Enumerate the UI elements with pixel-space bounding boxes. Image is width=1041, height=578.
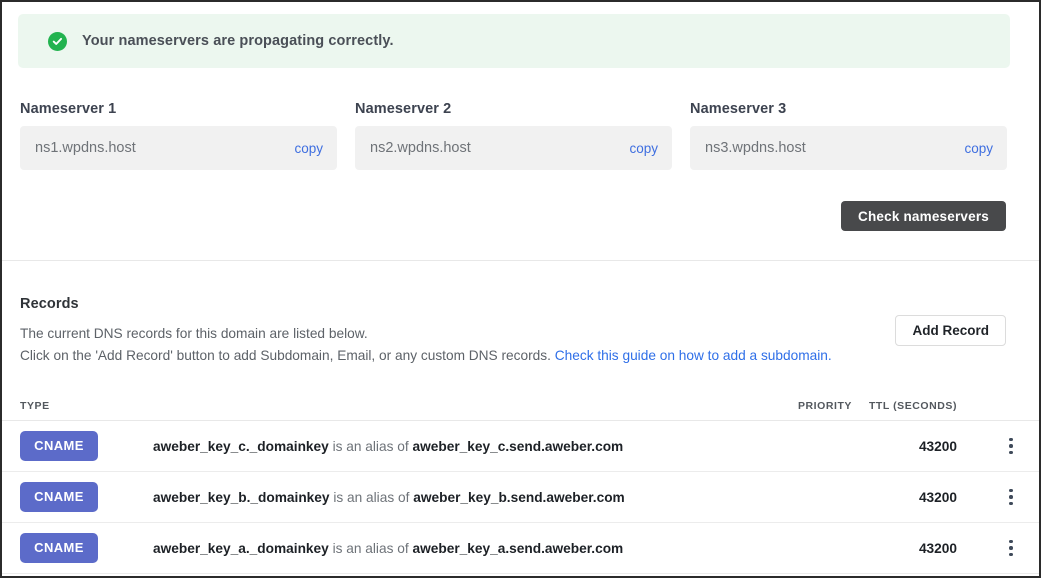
record-actions-cell <box>957 537 1021 559</box>
nameserver-1-column: Nameserver 1 ns1.wpdns.host copy <box>20 101 337 170</box>
table-row[interactable]: CNAME aweber_key_a._domainkey is an alia… <box>2 523 1039 574</box>
check-nameservers-button[interactable]: Check nameservers <box>841 201 1006 231</box>
dns-records-table: TYPE PRIORITY TTL (SECONDS) CNAME aweber… <box>2 391 1039 574</box>
records-title: Records <box>20 296 79 312</box>
records-description-prefix: Click on the 'Add Record' button to add … <box>20 348 555 363</box>
column-header-priority: PRIORITY <box>798 399 852 412</box>
record-ttl-cell: 43200 <box>918 540 957 556</box>
records-header: Records The current DNS records for this… <box>20 296 890 367</box>
record-target: aweber_key_c.send.aweber.com <box>412 438 624 454</box>
record-ttl-cell: 43200 <box>918 489 957 505</box>
dns-settings-page: Your nameservers are propagating correct… <box>0 0 1041 578</box>
record-type-cell: CNAME <box>20 431 136 461</box>
records-description-line-1: The current DNS records for this domain … <box>20 326 368 341</box>
record-type-badge: CNAME <box>20 482 98 512</box>
record-relation: is an alias of <box>328 540 413 556</box>
records-description-line-2: Click on the 'Add Record' button to add … <box>20 345 890 367</box>
nameserver-3-column: Nameserver 3 ns3.wpdns.host copy <box>690 101 1007 170</box>
record-actions-cell <box>957 486 1021 508</box>
record-ttl-cell: 43200 <box>918 438 957 454</box>
nameserver-1-label: Nameserver 1 <box>20 101 117 117</box>
record-type-badge: CNAME <box>20 431 98 461</box>
column-header-ttl: TTL (SECONDS) <box>868 399 957 412</box>
record-description-cell: aweber_key_a._domainkey is an alias of a… <box>136 541 756 556</box>
nameserver-1-value: ns1.wpdns.host <box>35 140 136 156</box>
record-type-badge: CNAME <box>20 533 98 563</box>
nameserver-1-field[interactable]: ns1.wpdns.host copy <box>20 126 337 170</box>
nameserver-status-banner: Your nameservers are propagating correct… <box>18 14 1010 68</box>
nameserver-2-field[interactable]: ns2.wpdns.host copy <box>355 126 672 170</box>
table-row[interactable]: CNAME aweber_key_c._domainkey is an alia… <box>2 421 1039 472</box>
nameserver-2-column: Nameserver 2 ns2.wpdns.host copy <box>355 101 672 170</box>
add-subdomain-guide-link[interactable]: Check this guide on how to add a subdoma… <box>555 348 832 363</box>
add-record-button[interactable]: Add Record <box>895 315 1006 346</box>
column-header-type: TYPE <box>20 399 50 412</box>
check-circle-icon <box>48 31 67 51</box>
nameserver-3-field[interactable]: ns3.wpdns.host copy <box>690 126 1007 170</box>
kebab-menu-icon[interactable] <box>1001 486 1021 508</box>
record-description-cell: aweber_key_b._domainkey is an alias of a… <box>136 490 756 505</box>
kebab-menu-icon[interactable] <box>1001 537 1021 559</box>
record-actions-cell <box>957 435 1021 457</box>
record-target: aweber_key_a.send.aweber.com <box>412 540 624 556</box>
nameservers-group: Nameserver 1 ns1.wpdns.host copy Nameser… <box>20 101 1010 170</box>
record-relation: is an alias of <box>329 489 414 505</box>
record-host: aweber_key_b._domainkey <box>153 489 330 505</box>
banner-message: Your nameservers are propagating correct… <box>82 33 394 49</box>
page-content: Your nameservers are propagating correct… <box>2 2 1039 576</box>
nameserver-3-label: Nameserver 3 <box>690 101 787 117</box>
table-header-row: TYPE PRIORITY TTL (SECONDS) <box>2 391 1039 421</box>
record-host: aweber_key_c._domainkey <box>153 438 329 454</box>
record-target: aweber_key_b.send.aweber.com <box>413 489 625 505</box>
nameserver-3-copy-link[interactable]: copy <box>964 141 993 156</box>
section-divider <box>2 260 1039 261</box>
record-type-cell: CNAME <box>20 533 136 563</box>
record-relation: is an alias of <box>328 438 413 454</box>
nameserver-3-value: ns3.wpdns.host <box>705 140 806 156</box>
record-host: aweber_key_a._domainkey <box>153 540 329 556</box>
nameserver-2-value: ns2.wpdns.host <box>370 140 471 156</box>
nameserver-1-copy-link[interactable]: copy <box>294 141 323 156</box>
nameserver-2-label: Nameserver 2 <box>355 101 452 117</box>
record-type-cell: CNAME <box>20 482 136 512</box>
kebab-menu-icon[interactable] <box>1001 435 1021 457</box>
table-row[interactable]: CNAME aweber_key_b._domainkey is an alia… <box>2 472 1039 523</box>
record-description-cell: aweber_key_c._domainkey is an alias of a… <box>136 439 756 454</box>
nameserver-2-copy-link[interactable]: copy <box>629 141 658 156</box>
